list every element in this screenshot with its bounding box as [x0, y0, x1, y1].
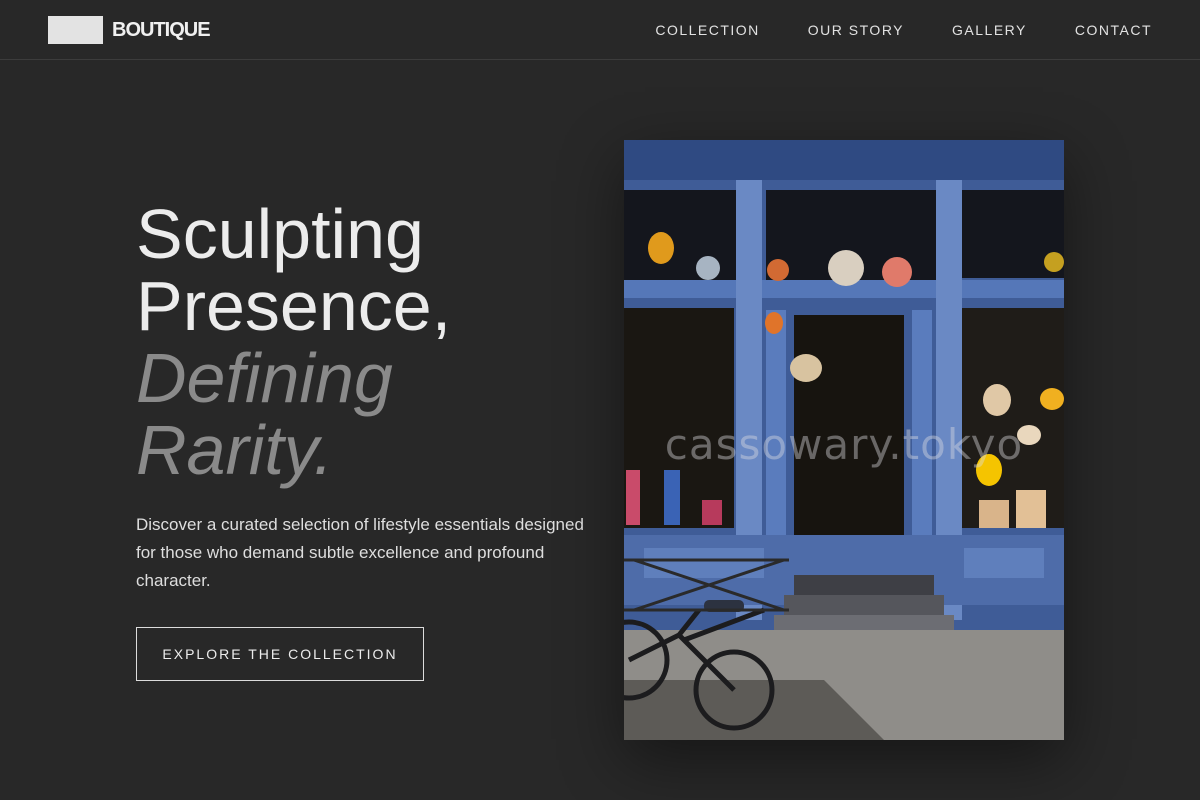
hero-title-line: Presence, — [136, 267, 452, 345]
hero-title-line: Sculpting — [136, 195, 424, 273]
main-nav: COLLECTION OUR STORY GALLERY CONTACT — [607, 22, 1152, 38]
image-watermark: cassowary.tokyo — [664, 420, 1024, 469]
brand-name[interactable]: BOUTIQUE — [112, 19, 211, 42]
nav-collection[interactable]: COLLECTION — [655, 22, 759, 38]
hero-title-accent-line: Rarity. — [136, 411, 334, 489]
storefront-image: cassowary.tokyo — [624, 140, 1064, 740]
logo-mark[interactable] — [48, 16, 103, 44]
explore-collection-button[interactable]: EXPLORE THE COLLECTION — [136, 627, 424, 681]
site-header: BOUTIQUE COLLECTION OUR STORY GALLERY CO… — [0, 0, 1200, 60]
hero-title-accent-line: Defining — [136, 339, 393, 417]
nav-contact[interactable]: CONTACT — [1075, 22, 1152, 38]
nav-gallery[interactable]: GALLERY — [952, 22, 1027, 38]
hero-title: Sculpting Presence, Defining Rarity. — [136, 198, 451, 486]
nav-our-story[interactable]: OUR STORY — [808, 22, 904, 38]
hero-description: Discover a curated selection of lifestyl… — [136, 515, 584, 590]
